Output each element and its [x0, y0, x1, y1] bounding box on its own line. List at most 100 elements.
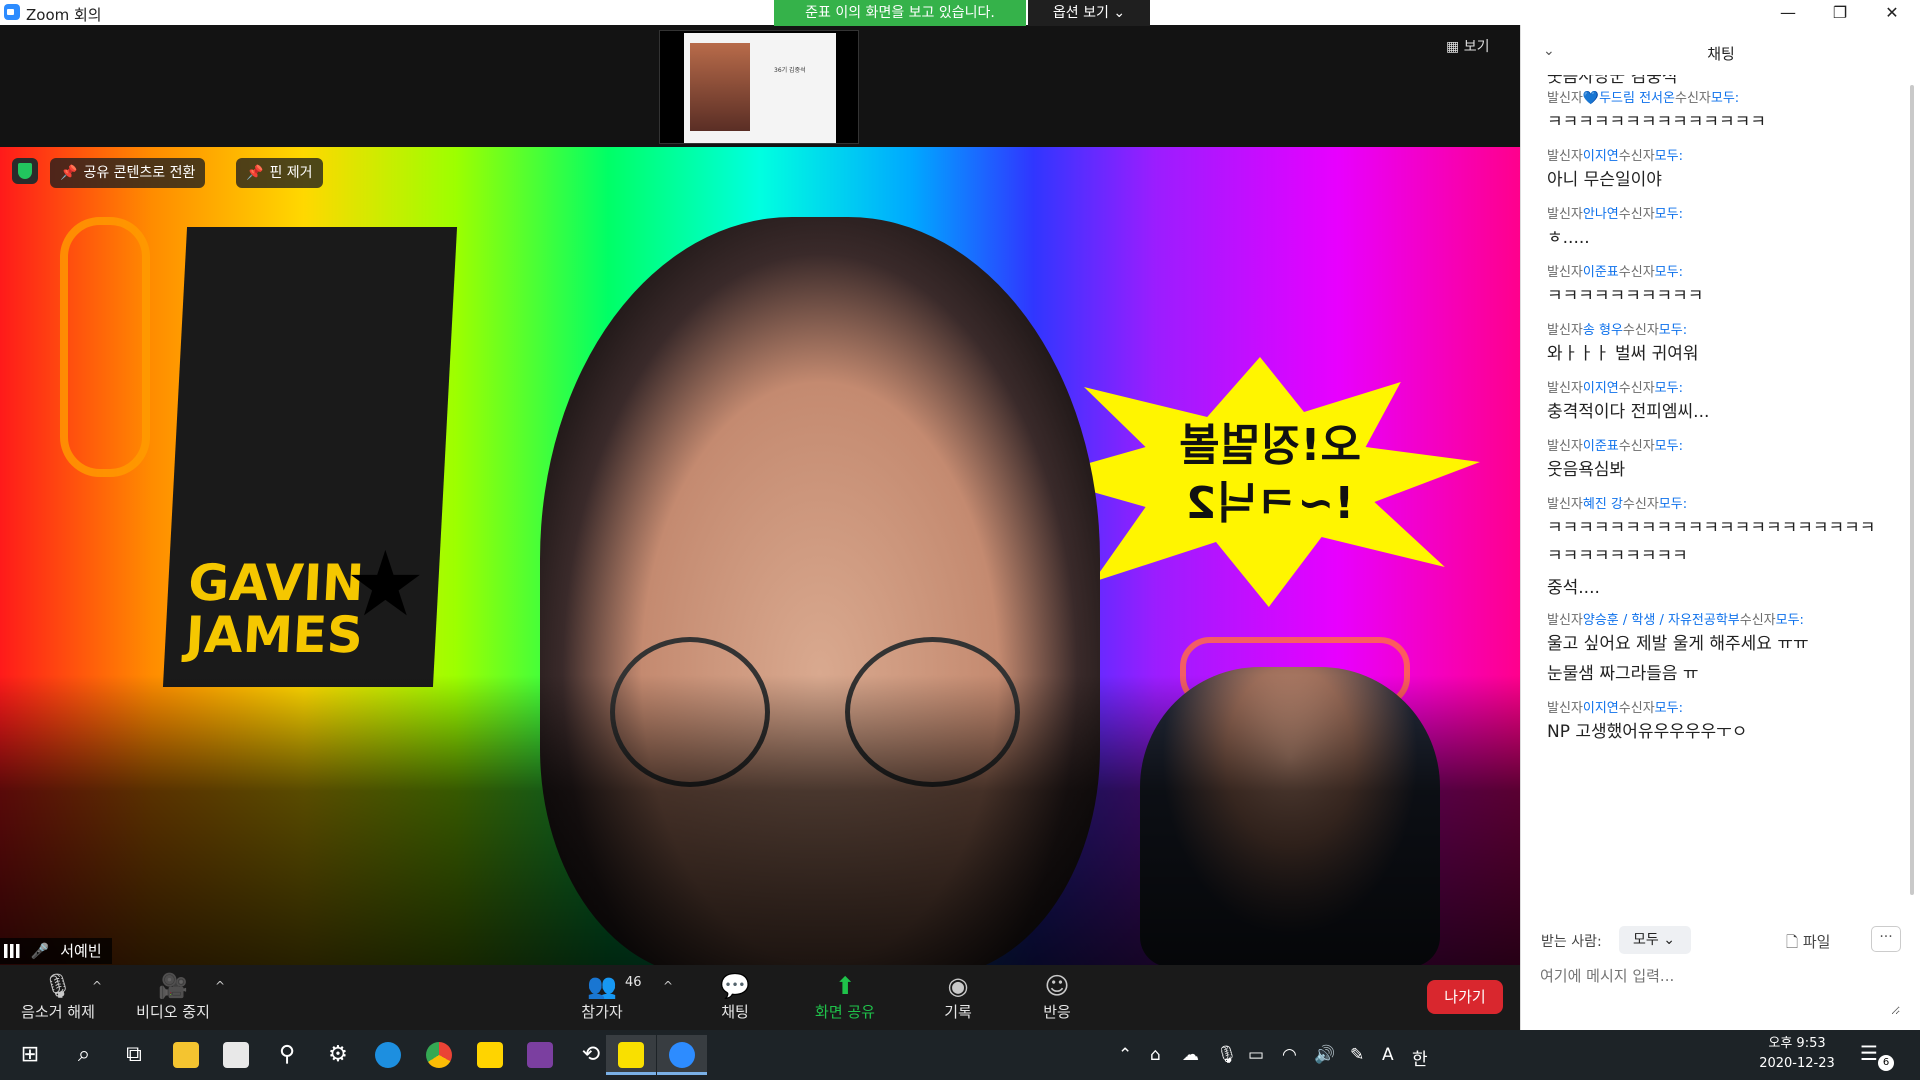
chat-message: 발신자송 형우수신자모두: 와ㅏㅏㅏ 벌써 귀여워: [1547, 319, 1907, 366]
record-button[interactable]: ◉ 기록: [903, 971, 1013, 1022]
participant-name: 서예빈: [60, 942, 102, 960]
reactions-button[interactable]: ☺ 반응: [1002, 971, 1112, 1022]
sticky-notes-icon[interactable]: [466, 1035, 514, 1075]
chat-message-text: ㅋㅋㅋㅋㅋㅋㅋㅋㅋㅋㅋㅋㅋㅋㅋㅋㅋㅋㅋㅋㅋ: [1547, 518, 1876, 538]
taskbar-clock[interactable]: 오후 9:53 2020-12-23: [1747, 1034, 1847, 1074]
shared-screen-thumbnail[interactable]: 36기 김중석: [659, 30, 859, 144]
unmute-label: 음소거 해제: [21, 1003, 95, 1021]
ime-language[interactable]: 한: [1412, 1045, 1428, 1070]
close-button[interactable]: ✕: [1866, 0, 1918, 25]
recipient-name: 모두:: [1654, 207, 1683, 222]
chat-panel: ⌄ 채팅 웃음사냥꾼 김중석 발신자💙두드림 전서온수신자모두: ㅋㅋㅋㅋㅋㅋㅋㅋㅋ…: [1520, 25, 1920, 1030]
chat-message-text: 와ㅏㅏㅏ 벌써 귀여워: [1547, 344, 1699, 364]
view-button[interactable]: ▦ 보기: [1446, 36, 1489, 56]
microphone-icon[interactable]: 🎙: [1216, 1045, 1238, 1065]
task-view-icon[interactable]: ⧉: [110, 1035, 158, 1075]
cloud-icon[interactable]: ☁: [1182, 1045, 1199, 1065]
camera-icon[interactable]: ⌂: [1150, 1045, 1161, 1065]
settings-gear-icon[interactable]: ⚙: [314, 1035, 362, 1075]
reactions-label: 반응: [1043, 1003, 1071, 1021]
share-screen-button[interactable]: ⬆ 화면 공유: [790, 971, 900, 1022]
recipient-prefix: 수신자: [1622, 497, 1659, 512]
wifi-icon[interactable]: ◠: [1282, 1045, 1297, 1065]
record-label: 기록: [944, 1003, 972, 1021]
sender-name: 안나연: [1582, 207, 1619, 222]
audio-options-caret-icon[interactable]: ^: [92, 979, 102, 993]
share-screen-label: 화면 공유: [815, 1003, 875, 1021]
sender-prefix: 발신자: [1547, 91, 1583, 106]
zoom-taskbar-icon[interactable]: [657, 1035, 707, 1075]
sender-name: 송 형우: [1582, 323, 1623, 338]
tray-expand-icon[interactable]: ⌃: [1118, 1045, 1132, 1065]
sender-prefix: 발신자: [1547, 207, 1583, 222]
volume-icon[interactable]: 🔊: [1314, 1045, 1335, 1065]
stop-video-button[interactable]: 🎥 비디오 중지: [118, 971, 228, 1022]
recipient-prefix: 수신자: [1618, 265, 1655, 280]
pin-icon: 📌: [246, 165, 264, 181]
main-video: GAVIN JAMES ★ 오!징멀볼 !~ㅋ닉2: [0, 147, 1520, 965]
security-shield-icon[interactable]: [12, 158, 38, 184]
pen-icon[interactable]: ✎: [1350, 1045, 1364, 1065]
chat-message: 발신자이준표수신자모두: ㅋㅋㅋㅋㅋㅋㅋㅋㅋㅋ: [1547, 261, 1907, 308]
sender-name: 이지연: [1582, 149, 1619, 164]
chat-message-meta: 발신자혜진 강수신자모두:: [1547, 493, 1907, 512]
send-to-select[interactable]: 모두 ⌄: [1619, 926, 1691, 954]
onenote-icon[interactable]: [516, 1035, 564, 1075]
recipient-name: 모두:: [1775, 613, 1804, 628]
recipient-prefix: 수신자: [1622, 323, 1659, 338]
participants-options-caret-icon[interactable]: ^: [663, 979, 673, 993]
burst-sticker: 오!징멀볼 !~ㅋ닉2: [1040, 357, 1480, 607]
search-icon[interactable]: ⌕: [60, 1035, 108, 1075]
chat-message-meta: 발신자💙두드림 전서온수신자모두:: [1547, 87, 1907, 106]
leave-button[interactable]: 나가기: [1427, 980, 1503, 1014]
recipient-name: 모두:: [1654, 701, 1683, 716]
more-options-button[interactable]: ···: [1871, 926, 1901, 952]
sender-prefix: 발신자: [1547, 323, 1583, 338]
record-icon: ◉: [947, 972, 969, 1000]
sender-prefix: 발신자: [1547, 381, 1583, 396]
view-options-button[interactable]: 옵션 보기 ⌄: [1028, 0, 1150, 26]
chat-message: 발신자이지연수신자모두: 충격적이다 전피엠씨...: [1547, 377, 1907, 424]
chat-label: 채팅: [721, 1003, 749, 1021]
slide-preview: 36기 김중석: [684, 33, 836, 143]
slide-text: 36기 김중석: [774, 67, 806, 74]
sender-prefix: 발신자: [1547, 497, 1583, 512]
chat-bubble-icon: 💬: [720, 972, 750, 1000]
file-explorer-icon[interactable]: [162, 1035, 210, 1075]
battery-icon[interactable]: ▭: [1248, 1045, 1264, 1065]
chat-scrollbar[interactable]: [1910, 85, 1914, 895]
recipient-prefix: 수신자: [1618, 701, 1655, 716]
internet-explorer-icon[interactable]: [364, 1035, 412, 1075]
participant-nametag: 🎤 서예빈: [0, 938, 112, 964]
chat-message: 발신자양승훈 / 학생 / 자유전공학부수신자모두: 울고 싶어요 제발 울게 해…: [1547, 609, 1907, 686]
kakaotalk-icon[interactable]: [606, 1035, 656, 1075]
chat-message: 발신자안나연수신자모두: ㅎ.....: [1547, 203, 1907, 250]
chat-input[interactable]: [1540, 965, 1900, 1015]
switch-to-shared-content-button[interactable]: 📌 공유 콘텐츠로 전환: [50, 158, 206, 188]
sender-prefix: 발신자: [1547, 613, 1583, 628]
unpin-button[interactable]: 📌 핀 제거: [236, 158, 323, 188]
sharing-banner: 준표 이의 화면을 보고 있습니다.: [774, 0, 1026, 26]
windows-start-icon[interactable]: ⊞: [6, 1035, 54, 1075]
chat-message-text: 울고 싶어요 제발 울게 해주세요 ㅠㅠ: [1547, 634, 1809, 654]
feedback-icon[interactable]: ⚲: [263, 1035, 311, 1075]
chat-message-text: 눈물샘 짜그라들음 ㅠ: [1547, 664, 1699, 684]
sender-prefix: 발신자: [1547, 149, 1583, 164]
chat-button[interactable]: 💬 채팅: [680, 971, 790, 1022]
chat-message-text: ㅋㅋㅋㅋㅋㅋㅋㅋㅋㅋㅋㅋㅋㅋ: [1547, 112, 1766, 132]
recipient-name: 모두:: [1654, 381, 1683, 396]
restore-button[interactable]: ❐: [1814, 0, 1866, 25]
store-icon[interactable]: [212, 1035, 260, 1075]
chat-message-meta: 발신자이지연수신자모두:: [1547, 697, 1907, 716]
notification-center-icon[interactable]: ☰ 6: [1860, 1041, 1894, 1071]
chat-message-meta: 발신자이지연수신자모두:: [1547, 145, 1907, 164]
chat-message-meta: 발신자이준표수신자모두:: [1547, 435, 1907, 454]
minimize-button[interactable]: —: [1762, 0, 1814, 25]
chrome-icon[interactable]: [415, 1035, 463, 1075]
video-camera-icon: 🎥: [158, 972, 188, 1000]
slide-photo: [690, 43, 750, 131]
video-options-caret-icon[interactable]: ^: [215, 979, 225, 993]
smiley-icon: ☺: [1044, 972, 1070, 1000]
ime-mode[interactable]: A: [1382, 1045, 1394, 1065]
file-button[interactable]: 🗋 파일: [1786, 931, 1830, 957]
